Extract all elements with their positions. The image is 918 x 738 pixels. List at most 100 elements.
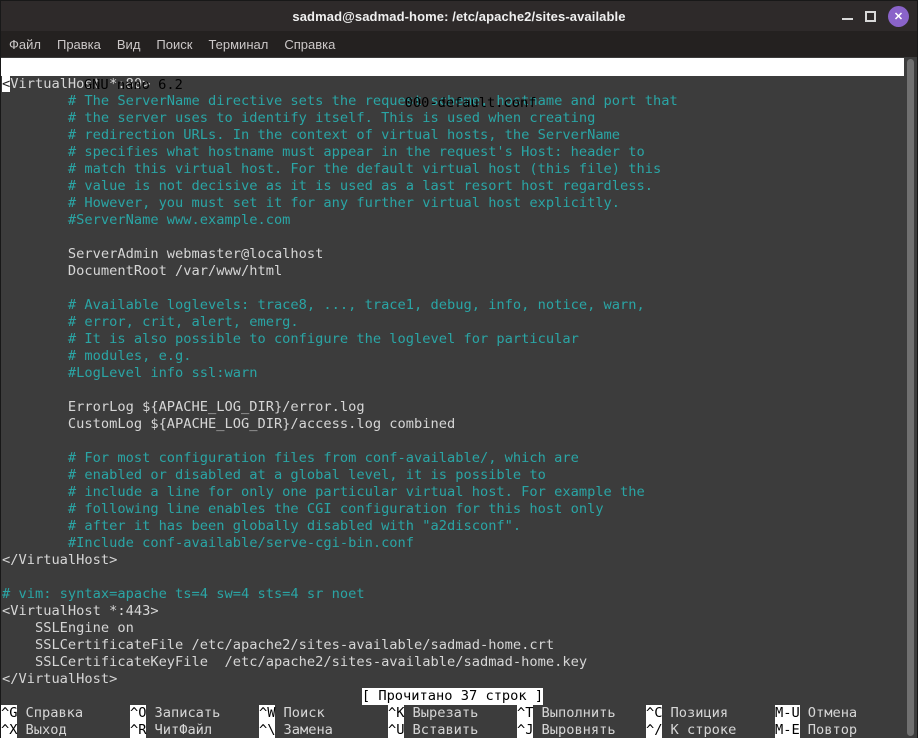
shortcut-key: ^R: [130, 722, 146, 738]
editor-line[interactable]: SSLCertificateKeyFile /etc/apache2/sites…: [1, 654, 904, 671]
shortcut-label: Замена: [283, 722, 332, 738]
menu-item[interactable]: Поиск: [148, 34, 200, 55]
editor-line[interactable]: [1, 280, 904, 297]
editor-line[interactable]: DocumentRoot /var/www/html: [1, 263, 904, 280]
menu-item[interactable]: Файл: [1, 34, 49, 55]
nano-shortcut: ^X Выход: [1, 722, 130, 738]
editor-area[interactable]: <VirtualHost *:80> # The ServerName dire…: [1, 76, 904, 688]
nano-shortcut: ^U Вставить: [388, 722, 517, 738]
editor-line[interactable]: ErrorLog ${APACHE_LOG_DIR}/error.log: [1, 399, 904, 416]
shortcut-key: ^\: [259, 722, 275, 738]
shortcut-label: Поиск: [283, 705, 324, 721]
shortcut-label: Выполнить: [541, 705, 615, 721]
nano-shortcut: ^\ Замена: [259, 722, 388, 738]
editor-line[interactable]: CustomLog ${APACHE_LOG_DIR}/access.log c…: [1, 416, 904, 433]
shortcut-key: ^O: [130, 705, 146, 722]
editor-line[interactable]: # specifies what hostname must appear in…: [1, 144, 904, 161]
editor-line[interactable]: #LogLevel info ssl:warn: [1, 365, 904, 382]
shortcut-key: M-E: [775, 722, 800, 738]
menu-item[interactable]: Справка: [276, 34, 343, 55]
nano-shortcut: ^R ЧитФайл: [130, 722, 259, 738]
shortcut-key: ^U: [388, 722, 404, 738]
editor-line[interactable]: # value is not decisive as it is used as…: [1, 178, 904, 195]
shortcut-key: ^K: [388, 705, 404, 722]
nano-shortcut: ^O Записать: [130, 705, 259, 722]
editor-line[interactable]: # redirection URLs. In the context of vi…: [1, 127, 904, 144]
shortcut-label: Повтор: [808, 722, 857, 738]
shortcut-label: Вставить: [412, 722, 478, 738]
editor-line[interactable]: SSLCertificateFile /etc/apache2/sites-av…: [1, 637, 904, 654]
shortcut-key: ^J: [517, 722, 533, 738]
editor-line[interactable]: [1, 229, 904, 246]
shortcut-key: M-U: [775, 705, 800, 722]
shortcut-key: ^C: [646, 705, 662, 722]
shortcut-label: Вырезать: [412, 705, 478, 721]
shortcut-row-2: ^X Выход ^R ЧитФайл ^\ Замена ^U Вставить ^J Выро…: [1, 722, 904, 738]
editor-line[interactable]: SSLEngine on: [1, 620, 904, 637]
editor-line[interactable]: # vim: syntax=apache ts=4 sw=4 sts=4 sr …: [1, 586, 904, 603]
editor-line[interactable]: # enabled or disabled at a global level,…: [1, 467, 904, 484]
editor-line[interactable]: [1, 382, 904, 399]
status-message: [ Прочитано 37 строк ]: [362, 688, 543, 705]
shortcut-key: ^X: [1, 722, 17, 738]
nano-shortcut: ^W Поиск: [259, 705, 388, 722]
nano-shortcut: M-E Повтор: [775, 722, 904, 738]
shortcut-label: ЧитФайл: [154, 722, 212, 738]
menu-bar: ФайлПравкаВидПоискТерминалСправка: [1, 31, 917, 57]
shortcut-label: К строке: [670, 722, 736, 738]
close-icon[interactable]: ✕: [888, 6, 909, 27]
shortcut-label: Отмена: [808, 705, 857, 721]
shortcut-key: ^G: [1, 705, 17, 722]
shortcut-key: ^T: [517, 705, 533, 722]
shortcut-label: Выход: [25, 722, 66, 738]
editor-line[interactable]: [1, 569, 904, 586]
editor-line[interactable]: # following line enables the CGI configu…: [1, 501, 904, 518]
editor-line[interactable]: #ServerName www.example.com: [1, 212, 904, 229]
title-bar[interactable]: sadmad@sadmad-home: /etc/apache2/sites-a…: [1, 1, 917, 31]
terminal-window: sadmad@sadmad-home: /etc/apache2/sites-a…: [0, 0, 918, 738]
shortcut-label: Позиция: [670, 705, 728, 721]
nano-filename: 000-default.conf: [405, 94, 537, 112]
minimize-icon[interactable]: [842, 9, 853, 20]
shortcut-key: ^/: [646, 722, 662, 738]
nano-shortcut: ^T Выполнить: [517, 705, 646, 722]
editor-line[interactable]: ServerAdmin webmaster@localhost: [1, 246, 904, 263]
editor-line[interactable]: #Include conf-available/serve-cgi-bin.co…: [1, 535, 904, 552]
editor-line[interactable]: # match this virtual host. For the defau…: [1, 161, 904, 178]
editor-line[interactable]: </VirtualHost>: [1, 671, 904, 688]
editor-line[interactable]: # However, you must set it for any furth…: [1, 195, 904, 212]
nano-version: GNU nano 6.2: [50, 77, 182, 93]
menu-item[interactable]: Вид: [109, 34, 149, 55]
nano-shortcut: ^J Выровнять: [517, 722, 646, 738]
editor-line[interactable]: </VirtualHost>: [1, 552, 904, 569]
scrollbar[interactable]: [904, 57, 917, 738]
editor-line[interactable]: # It is also possible to configure the l…: [1, 331, 904, 348]
editor-line[interactable]: # the server uses to identify itself. Th…: [1, 110, 904, 127]
editor-line[interactable]: # after it has been globally disabled wi…: [1, 518, 904, 535]
maximize-icon[interactable]: [865, 11, 876, 22]
nano-shortcut: ^/ К строке: [646, 722, 775, 738]
status-line: [ Прочитано 37 строк ]: [1, 688, 904, 705]
terminal-viewport[interactable]: GNU nano 6.2 000-default.conf <VirtualHo…: [1, 57, 917, 738]
shortcut-label: Выровнять: [541, 722, 615, 738]
editor-line[interactable]: # error, crit, alert, emerg.: [1, 314, 904, 331]
scrollbar-thumb[interactable]: [907, 59, 914, 736]
window-title: sadmad@sadmad-home: /etc/apache2/sites-a…: [292, 9, 625, 24]
editor-line[interactable]: <VirtualHost *:443>: [1, 603, 904, 620]
menu-item[interactable]: Терминал: [200, 34, 276, 55]
nano-shortcut: ^C Позиция: [646, 705, 775, 722]
nano-shortcut: ^G Справка: [1, 705, 130, 722]
editor-line[interactable]: # Available loglevels: trace8, ..., trac…: [1, 297, 904, 314]
editor-line[interactable]: [1, 433, 904, 450]
editor-line[interactable]: # modules, e.g.: [1, 348, 904, 365]
menu-item[interactable]: Правка: [49, 34, 109, 55]
editor-line[interactable]: # For most configuration files from conf…: [1, 450, 904, 467]
shortcut-label: Записать: [154, 705, 220, 721]
nano-shortcut: M-U Отмена: [775, 705, 904, 722]
editor-line[interactable]: # include a line for only one particular…: [1, 484, 904, 501]
shortcut-row-1: ^G Справка ^O Записать ^W Поиск ^K Вырезать ^T Вы…: [1, 705, 904, 722]
shortcut-label: Справка: [25, 705, 83, 721]
nano-shortcut: ^K Вырезать: [388, 705, 517, 722]
shortcut-key: ^W: [259, 705, 275, 722]
window-controls: ✕: [842, 1, 909, 31]
